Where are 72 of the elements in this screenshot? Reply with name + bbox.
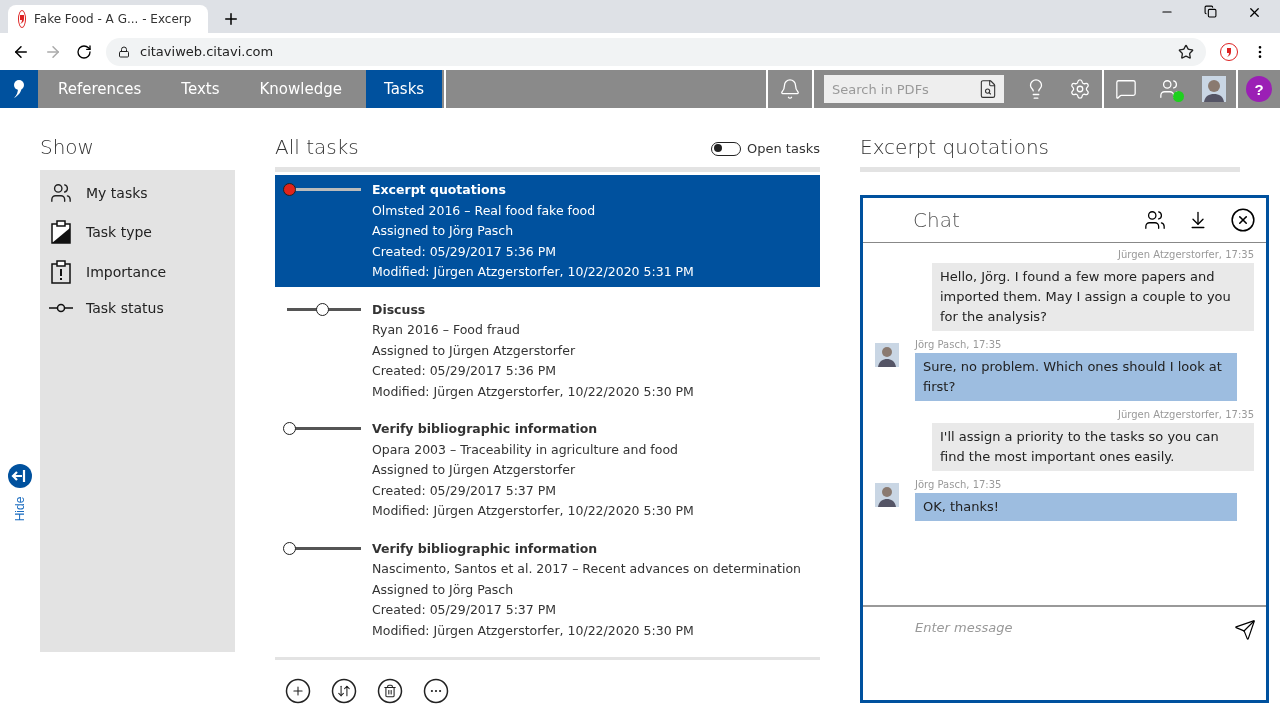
detail-title: Excerpt quotations	[860, 134, 1050, 160]
message-meta: Jürgen Atzgerstorfer, 17:35	[1118, 409, 1254, 420]
task-assignee: Assigned to Jörg Pasch	[372, 222, 515, 240]
toggle-switch[interactable]	[711, 141, 741, 156]
task-assignee: Assigned to Jörg Pasch	[372, 580, 515, 599]
lock-icon	[118, 45, 130, 58]
task-created: Created: 05/29/2017 5:37 PM	[372, 481, 558, 500]
message-meta: Jörg Pasch, 17:35	[915, 479, 1002, 490]
message-bubble: OK, thanks!	[915, 493, 1237, 521]
message-bubble: I'll assign a priority to the tasks so you can find the most important ones easily.	[932, 423, 1254, 471]
clipboard-icon	[51, 220, 71, 244]
search-input[interactable]: Search in PDFs	[830, 80, 978, 98]
task-reference: Nascimento, Santos et al. 2017 – Recent advances on determination	[372, 560, 801, 578]
tab-title: Fake Food - A G... - Excerp	[34, 12, 192, 26]
task-title: Verify bibliographic information	[372, 539, 599, 558]
avatar-icon	[875, 343, 899, 367]
task-assignee: Assigned to Jürgen Atzgerstorfer	[372, 461, 577, 479]
sidebar-title: Show	[40, 134, 95, 160]
task-reference: Olmsted 2016 – Real food fake food	[372, 201, 597, 220]
send-icon[interactable]	[1234, 619, 1256, 641]
new-tab-icon[interactable]	[222, 10, 240, 28]
filter-item[interactable]: Task type	[86, 224, 152, 240]
chat-title: Chat	[913, 208, 961, 232]
more-icon[interactable]	[423, 678, 449, 704]
add-icon[interactable]	[285, 678, 311, 704]
document-search-icon[interactable]	[978, 79, 998, 99]
task-assignee: Assigned to Jürgen Atzgerstorfer	[372, 341, 577, 360]
message-meta: Jürgen Atzgerstorfer, 17:35	[1118, 249, 1254, 260]
message-bubble: Sure, no problem. Which ones should I look at first?	[915, 353, 1237, 401]
task-title: Verify bibliographic information	[372, 420, 599, 438]
browser-tab[interactable]: Fake Food - A G... - Excerp	[8, 5, 208, 33]
participants-icon[interactable]	[1144, 209, 1166, 231]
task-row[interactable]: Excerpt quotations Olmsted 2016 – Real food fake food Assigned to Jörg Pasch Created: 05/29/2017 5:36 PM Modified: Jürgen Atzgerstorfer, 10/22/2020 5:31 PM	[275, 175, 820, 287]
filter-item[interactable]: Task status	[86, 300, 164, 316]
close-window-icon[interactable]	[1247, 5, 1262, 20]
address-bar[interactable]: citaviweb.citavi.com	[106, 37, 1206, 66]
task-created: Created: 05/29/2017 5:36 PM	[372, 242, 558, 261]
help-button[interactable]: ?	[1246, 76, 1272, 102]
reload-icon[interactable]	[76, 43, 92, 60]
restore-icon[interactable]	[1204, 5, 1217, 18]
nav-tab[interactable]: Tasks	[366, 70, 443, 108]
bookmark-star-icon[interactable]	[1178, 43, 1194, 60]
task-modified: Modified: Jürgen Atzgerstorfer, 10/22/2020 5:31 PM	[372, 263, 694, 281]
task-modified: Modified: Jürgen Atzgerstorfer, 10/22/2020 5:30 PM	[372, 502, 694, 520]
people-icon	[50, 182, 72, 204]
url-text: citaviweb.citavi.com	[140, 44, 275, 59]
slider-icon	[49, 303, 73, 313]
task-reference: Ryan 2016 – Food fraud	[372, 321, 521, 339]
pdf-search-field[interactable]: Search in PDFs	[824, 75, 1004, 103]
avatar-icon	[875, 483, 899, 507]
task-title: Discuss	[372, 300, 427, 319]
filter-item[interactable]: My tasks	[86, 185, 148, 201]
clipboard-alert-icon	[51, 260, 71, 284]
task-reference: Opara 2003 – Traceability in agriculture and food	[372, 440, 679, 459]
status-slider[interactable]	[283, 541, 361, 555]
hide-button[interactable]: Hide	[8, 464, 32, 524]
task-modified: Modified: Jürgen Atzgerstorfer, 10/22/2020 5:30 PM	[372, 382, 694, 401]
sort-icon[interactable]	[331, 678, 357, 704]
filter-item[interactable]: Importance	[86, 264, 167, 280]
trash-icon[interactable]	[377, 678, 403, 704]
message-bubble: Hello, Jörg. I found a few more papers and imported them. May I assign a couple to you for the analysis?	[932, 263, 1254, 331]
list-title: All tasks	[275, 134, 359, 160]
status-slider[interactable]	[283, 183, 361, 196]
app-logo[interactable]	[0, 70, 38, 108]
task-created: Created: 05/29/2017 5:36 PM	[372, 362, 558, 380]
toggle-label: Open tasks	[747, 141, 820, 156]
status-slider[interactable]	[283, 422, 361, 435]
task-modified: Modified: Jürgen Atzgerstorfer, 10/22/2020 5:30 PM	[372, 621, 695, 640]
message-meta: Jörg Pasch, 17:35	[915, 339, 1002, 350]
close-icon[interactable]	[1230, 207, 1256, 233]
task-created: Created: 05/29/2017 5:37 PM	[372, 601, 558, 619]
task-title: Excerpt quotations	[372, 181, 507, 199]
